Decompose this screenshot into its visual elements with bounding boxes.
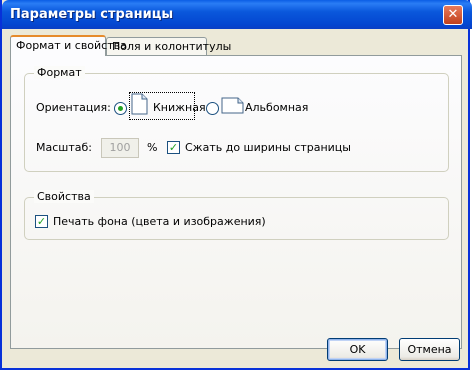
title-bar[interactable]: Параметры страницы ✕: [2, 0, 472, 29]
format-groupbox: Формат Ориентация: Книжная Альбомная Мас…: [24, 66, 449, 172]
properties-groupbox: Свойства ✓ Печать фона (цвета и изображе…: [24, 190, 449, 240]
checkmark-icon: ✓: [36, 215, 47, 228]
dialog-client-area: Формат и свойства Поля и колонтитулы Фор…: [2, 29, 468, 368]
scale-input[interactable]: 100: [101, 138, 139, 158]
scale-unit: %: [147, 141, 158, 154]
print-background-label[interactable]: Печать фона (цвета и изображения): [53, 215, 266, 228]
orientation-label: Ориентация:: [36, 101, 111, 114]
shrink-to-fit-label[interactable]: Сжать до ширины страницы: [185, 141, 351, 154]
portrait-radio[interactable]: [114, 102, 127, 115]
ok-button-label: OK: [349, 343, 366, 356]
tab-label: Поля и колонтитулы: [112, 40, 232, 53]
tab-format-properties[interactable]: Формат и свойства: [10, 35, 127, 56]
close-icon: ✕: [447, 7, 459, 22]
shrink-to-fit-checkbox[interactable]: ✓: [167, 141, 180, 154]
tab-panel: Формат Ориентация: Книжная Альбомная Мас…: [10, 55, 462, 349]
cancel-button[interactable]: Отмена: [399, 338, 460, 361]
tab-label: Формат и свойства: [16, 39, 127, 52]
landscape-label[interactable]: Альбомная: [245, 101, 308, 114]
page-setup-dialog: Параметры страницы ✕ Формат и свойства П…: [0, 0, 472, 370]
properties-group-legend: Свойства: [34, 190, 94, 203]
checkmark-icon: ✓: [168, 141, 179, 154]
print-background-checkbox[interactable]: ✓: [35, 215, 48, 228]
landscape-page-icon: [221, 97, 244, 114]
window-title: Параметры страницы: [10, 7, 174, 22]
scale-label: Масштаб:: [36, 141, 92, 154]
close-button[interactable]: ✕: [443, 5, 463, 25]
ok-button[interactable]: OK: [327, 338, 388, 361]
cancel-button-label: Отмена: [407, 343, 452, 356]
portrait-page-icon: [131, 93, 148, 115]
portrait-label[interactable]: Книжная: [153, 101, 206, 114]
landscape-radio[interactable]: [206, 102, 219, 115]
format-group-legend: Формат: [34, 66, 85, 79]
